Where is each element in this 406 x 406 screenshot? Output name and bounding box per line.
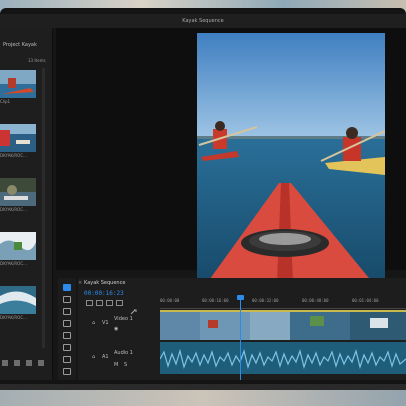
project-panel: Project Kayak 13 Items Clip1 DKYAK/ROC..… — [0, 28, 53, 380]
eye-icon[interactable]: ◉ — [114, 326, 118, 332]
time-ruler[interactable]: 00:00:00 00:00:16:00 00:00:32:00 00:00:4… — [160, 298, 406, 308]
ruler-tick: 00:00:32:00 — [252, 298, 279, 303]
track-lock-icon[interactable]: ⌂ — [92, 320, 95, 326]
close-tab-icon[interactable]: × — [78, 280, 82, 286]
selection-tool-icon[interactable] — [63, 284, 71, 291]
clip-label: DKYAK/ROC... — [0, 315, 27, 320]
mute-icon[interactable]: M — [114, 362, 118, 368]
audio-clip[interactable] — [160, 342, 406, 374]
ruler-divider — [160, 308, 406, 309]
ruler-tick: 00:00:16:00 — [202, 298, 229, 303]
ruler-tick: 00:01:04:00 — [352, 298, 379, 303]
premiere-app: Project Kayak 13 Items Clip1 DKYAK/ROC..… — [0, 28, 406, 380]
video-track-header: ⌂ V1 Video 1 ◉ — [78, 310, 160, 340]
project-clip[interactable]: DKYAK/ROC... — [0, 124, 36, 160]
slip-icon[interactable] — [63, 332, 71, 339]
snap-icon[interactable] — [86, 300, 93, 306]
clip-label: DKYAK/ROC... — [0, 261, 27, 266]
project-scrollbar[interactable] — [42, 68, 45, 348]
clip-label: DKYAK/ROC... — [0, 153, 27, 158]
tools-panel — [58, 278, 76, 380]
track-label: Video 1 — [114, 316, 133, 322]
program-monitor — [56, 28, 406, 283]
laptop-lid-edge — [0, 384, 406, 390]
track-label: Audio 1 — [114, 350, 133, 356]
playhead-handle[interactable] — [237, 295, 244, 300]
project-clip[interactable]: DKYAK/ROC... — [0, 232, 36, 268]
icon-view-icon[interactable] — [14, 360, 20, 366]
video-thumbnail-icon — [0, 286, 36, 314]
project-clip[interactable]: Clip1 — [0, 70, 36, 106]
hand-icon[interactable] — [63, 356, 71, 363]
trash-icon[interactable] — [38, 360, 44, 366]
type-icon[interactable] — [63, 368, 71, 375]
project-item-count: 13 Items — [28, 58, 46, 63]
project-clip[interactable]: DKYAK/ROC... — [0, 178, 36, 214]
video-thumbnail-icon — [0, 124, 36, 152]
razor-icon[interactable] — [63, 320, 71, 327]
video-clip[interactable] — [160, 310, 406, 340]
project-panel-title: Project Kayak — [3, 42, 37, 48]
clip-label: Clip1 — [0, 99, 11, 104]
sequence-tab[interactable]: Kayak Sequence — [84, 280, 125, 286]
track-lock-icon[interactable]: ⌂ — [92, 354, 95, 360]
wrench-icon[interactable] — [130, 300, 137, 315]
track-name: V1 — [102, 320, 109, 326]
audio-waveform — [160, 348, 406, 370]
video-thumbnail-icon — [0, 232, 36, 260]
project-panel-toolbar — [2, 360, 50, 370]
pen-icon[interactable] — [63, 344, 71, 351]
ruler-tick: 00:00:00 — [160, 298, 180, 303]
playhead-line[interactable] — [240, 296, 241, 380]
audio-track-header: ⌂ A1 Audio 1 M S — [78, 342, 160, 372]
track-name: A1 — [102, 354, 109, 360]
linked-selection-icon[interactable] — [96, 300, 103, 306]
track-select-icon[interactable] — [63, 296, 71, 303]
timeline-panel: × Kayak Sequence 00:00:16:23 00:00:00 00… — [78, 278, 406, 380]
window-titlebar: Kayak Sequence — [0, 14, 406, 28]
video-thumbnail-icon — [0, 70, 36, 98]
new-bin-icon[interactable] — [26, 360, 32, 366]
list-view-icon[interactable] — [2, 360, 8, 366]
add-marker-icon[interactable] — [106, 300, 113, 306]
ruler-tick: 00:00:48:00 — [302, 298, 329, 303]
timeline-settings-icon[interactable] — [116, 300, 123, 306]
window-title: Kayak Sequence — [182, 18, 224, 24]
video-thumbnail-icon — [0, 178, 36, 206]
ripple-edit-icon[interactable] — [63, 308, 71, 315]
playhead-timecode[interactable]: 00:00:16:23 — [84, 290, 124, 297]
clip-label: DKYAK/ROC... — [0, 207, 27, 212]
project-clip[interactable]: DKYAK/ROC... — [0, 286, 36, 322]
solo-icon[interactable]: S — [124, 362, 127, 368]
program-video-frame[interactable] — [197, 33, 385, 283]
